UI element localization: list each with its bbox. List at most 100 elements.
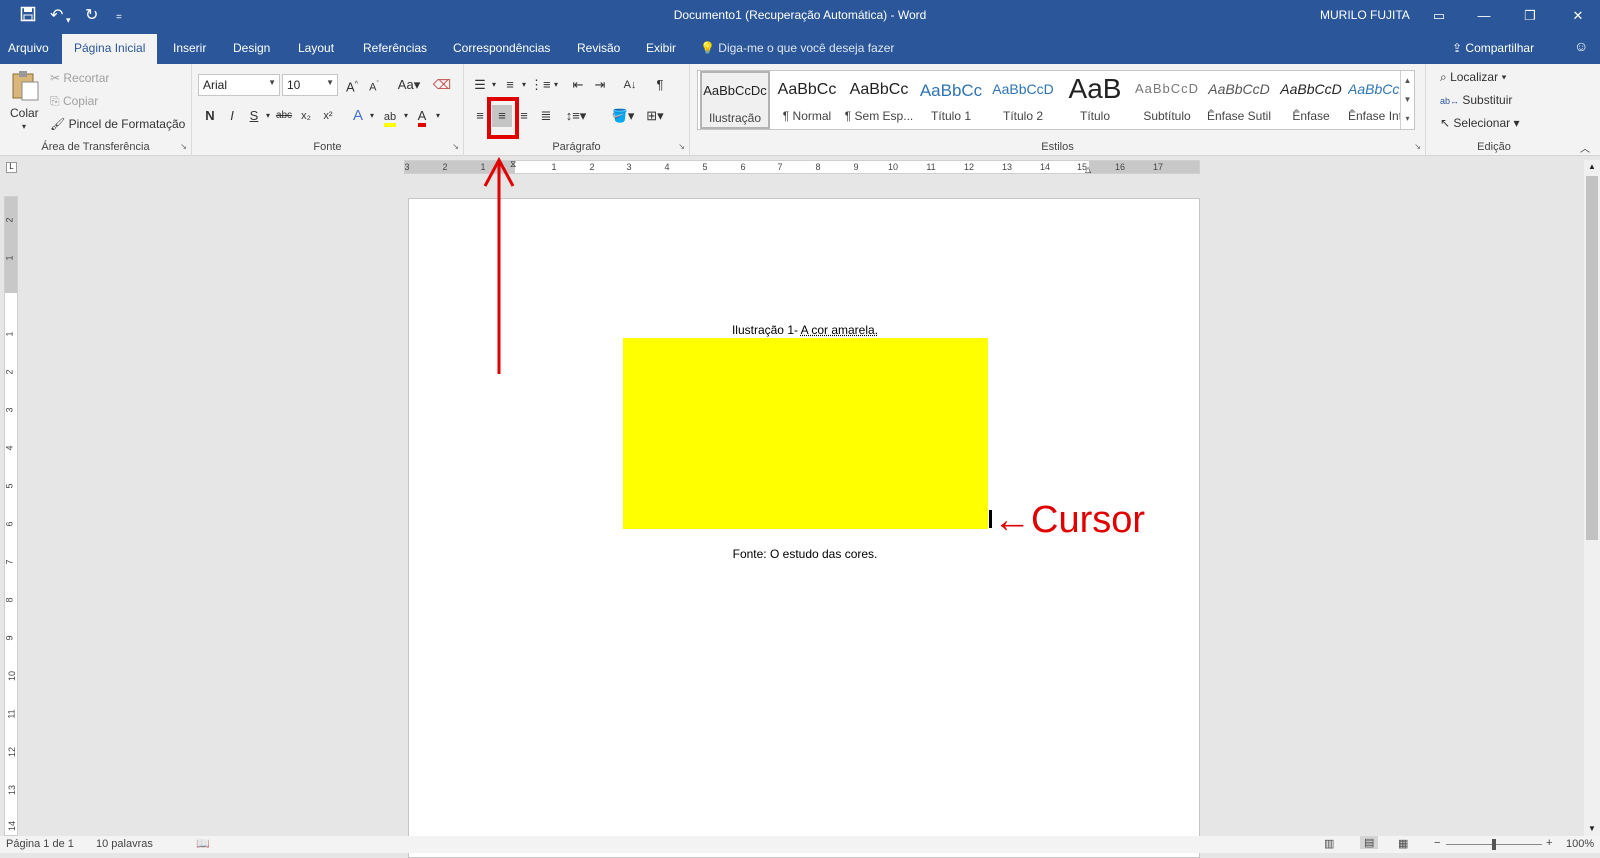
tell-me-search[interactable]: 💡 Diga-me o que você deseja fazer — [700, 41, 894, 55]
cut-button[interactable]: ✂ Recortar — [50, 71, 109, 85]
tab-inserir[interactable]: Inserir — [173, 41, 206, 55]
scroll-down-icon[interactable]: ▼ — [1584, 822, 1600, 836]
zoom-in-icon[interactable]: + — [1546, 837, 1552, 849]
zoom-slider-thumb[interactable] — [1492, 839, 1496, 850]
read-mode-icon[interactable]: ▥ — [1324, 837, 1334, 850]
scroll-thumb[interactable] — [1586, 176, 1598, 540]
font-color-dropdown-icon[interactable]: ▾ — [428, 105, 448, 127]
page-count[interactable]: Página 1 de 1 — [6, 838, 74, 850]
subscript-button[interactable]: x₂ — [296, 105, 316, 127]
copy-button[interactable]: ⎘ Copiar — [50, 94, 98, 109]
tab-arquivo[interactable]: Arquivo — [8, 41, 49, 55]
vertical-ruler[interactable]: 2 1 1 2 3 4 5 6 7 8 9 10 11 12 13 14 — [4, 196, 18, 836]
sort-icon[interactable]: A↓ — [620, 74, 640, 96]
font-size-combo[interactable]: 10 ▼ — [282, 74, 338, 96]
source-caption[interactable]: Fonte: O estudo das cores. — [409, 547, 1201, 561]
grow-font-label: A — [346, 79, 355, 95]
tab-correspondencias[interactable]: Correspondências — [453, 41, 550, 55]
web-layout-icon[interactable]: ▦ — [1398, 837, 1408, 850]
styles-scroll[interactable]: ▲ ▼ ▾ — [1400, 71, 1414, 129]
style-preview: AaBbCcD — [1348, 81, 1400, 97]
right-indent-marker-icon[interactable]: △ — [1085, 166, 1091, 174]
close-icon[interactable]: ✕ — [1563, 4, 1593, 28]
clipboard-group: Colar ▾ ✂ Recortar ⎘ Copiar 🖌 Pincel de … — [0, 64, 192, 156]
style-ilustracao[interactable]: AaBbCcDc Ilustração — [700, 71, 770, 129]
increase-indent-icon[interactable]: ⇥ — [590, 74, 610, 96]
justify-icon[interactable]: ≣ — [536, 105, 556, 127]
bold-button[interactable]: N — [200, 105, 220, 127]
grow-font-button[interactable]: A^ — [342, 74, 362, 96]
line-spacing-icon[interactable]: ↕≡▾ — [562, 105, 590, 127]
copy-label: Copiar — [62, 94, 99, 108]
paste-dropdown-icon[interactable]: ▾ — [22, 122, 26, 131]
user-name[interactable]: MURILO FUJITA — [1320, 8, 1410, 22]
superscript-button[interactable]: x² — [318, 105, 338, 127]
style-titulo[interactable]: AaB Título — [1060, 71, 1130, 129]
paragraph-launcher-icon[interactable]: ↘ — [678, 142, 685, 151]
ruler-tick: 6 — [740, 162, 746, 172]
shrink-font-button[interactable]: Aˇ — [364, 74, 384, 96]
font-launcher-icon[interactable]: ↘ — [452, 142, 459, 151]
change-case-button[interactable]: Aa▾ — [396, 74, 422, 96]
style-sem-espacamento[interactable]: AaBbCc ¶ Sem Esp... — [844, 71, 914, 129]
style-enfase-sutil[interactable]: AaBbCcD Ênfase Sutil — [1204, 71, 1274, 129]
font-name-combo[interactable]: Arial ▼ — [198, 74, 280, 96]
ribbon: Colar ▾ ✂ Recortar ⎘ Copiar 🖌 Pincel de … — [0, 64, 1600, 156]
ribbon-display-icon[interactable]: ▭ — [1424, 4, 1454, 28]
tab-revisao[interactable]: Revisão — [577, 41, 620, 55]
scroll-up-icon[interactable]: ▲ — [1584, 160, 1600, 174]
replace-button[interactable]: ab↔ Substituir — [1440, 93, 1512, 107]
print-layout-icon[interactable]: ▤ — [1360, 836, 1379, 849]
zoom-level[interactable]: 100% — [1566, 838, 1594, 850]
vertical-scrollbar[interactable]: ▲ ▼ — [1584, 160, 1600, 836]
zoom-out-icon[interactable]: − — [1434, 837, 1440, 849]
tab-exibir[interactable]: Exibir — [646, 41, 676, 55]
yellow-image[interactable] — [623, 338, 988, 529]
share-icon: ⇪ — [1452, 41, 1463, 55]
clear-formatting-icon[interactable]: ⌫ — [432, 74, 452, 96]
tab-pagina-inicial[interactable]: Página Inicial — [62, 34, 158, 64]
ruler-tick: 4 — [664, 162, 670, 172]
restore-icon[interactable]: ❐ — [1515, 4, 1545, 28]
styles-launcher-icon[interactable]: ↘ — [1414, 142, 1421, 151]
word-count[interactable]: 10 palavras — [96, 838, 153, 850]
tab-layout[interactable]: Layout — [298, 41, 334, 55]
caption[interactable]: Ilustração 1- A cor amarela. — [409, 323, 1201, 337]
ruler-tick: 1 — [551, 162, 557, 172]
ruler-tick: 17 — [1152, 162, 1164, 172]
clipboard-launcher-icon[interactable]: ↘ — [180, 142, 187, 151]
share-button[interactable]: ⇪ Compartilhar — [1452, 41, 1534, 55]
italic-button[interactable]: I — [222, 105, 242, 127]
styles-gallery: AaBbCcDc Ilustração AaBbCc ¶ Normal AaBb… — [697, 70, 1415, 130]
collapse-ribbon-icon[interactable]: ︿ — [1580, 140, 1590, 155]
style-subtitulo[interactable]: AaBbCcD Subtítulo — [1132, 71, 1202, 129]
style-preview: AaB — [1068, 73, 1122, 104]
show-marks-button[interactable]: ¶ — [650, 74, 670, 96]
borders-icon[interactable]: ⊞▾ — [640, 105, 670, 127]
ruler-tick: 3 — [626, 162, 632, 172]
tab-selector-icon[interactable]: L — [6, 162, 17, 173]
style-enfase-intensa[interactable]: AaBbCcD Ênfase Int... — [1348, 71, 1400, 129]
ruler-tick: 11 — [926, 162, 936, 172]
tab-referencias[interactable]: Referências — [363, 41, 427, 55]
text-effects-dropdown-icon[interactable]: ▾ — [362, 105, 382, 127]
strikethrough-button[interactable]: abc — [272, 105, 296, 127]
find-button[interactable]: ⌕ Localizar ▾ — [1440, 70, 1506, 85]
decrease-indent-icon[interactable]: ⇤ — [568, 74, 588, 96]
multilevel-dropdown-icon[interactable]: ▾ — [546, 74, 566, 96]
minimize-icon[interactable]: — — [1469, 4, 1499, 28]
style-normal[interactable]: AaBbCc ¶ Normal — [772, 71, 842, 129]
smiley-icon[interactable]: ☺ — [1574, 38, 1588, 54]
shading-icon[interactable]: 🪣▾ — [608, 105, 638, 127]
style-titulo-1[interactable]: AaBbCc Título 1 — [916, 71, 986, 129]
proofing-icon[interactable]: 📖 — [196, 837, 210, 850]
horizontal-ruler[interactable]: 3 2 1 1 2 3 4 5 6 7 8 9 10 11 12 13 14 1… — [404, 160, 1200, 174]
style-enfase[interactable]: AaBbCcD Ênfase — [1276, 71, 1346, 129]
format-painter-button[interactable]: 🖌 Pincel de Formatação — [50, 117, 185, 131]
document-page[interactable]: Ilustração 1- A cor amarela. Fonte: O es… — [408, 198, 1200, 858]
ruler-tick: 1 — [4, 255, 15, 261]
tab-design[interactable]: Design — [233, 41, 270, 55]
select-button[interactable]: ↖ Selecionar ▾ — [1440, 116, 1519, 130]
style-titulo-2[interactable]: AaBbCcD Título 2 — [988, 71, 1058, 129]
paste-button[interactable]: Colar ▾ — [10, 70, 42, 131]
